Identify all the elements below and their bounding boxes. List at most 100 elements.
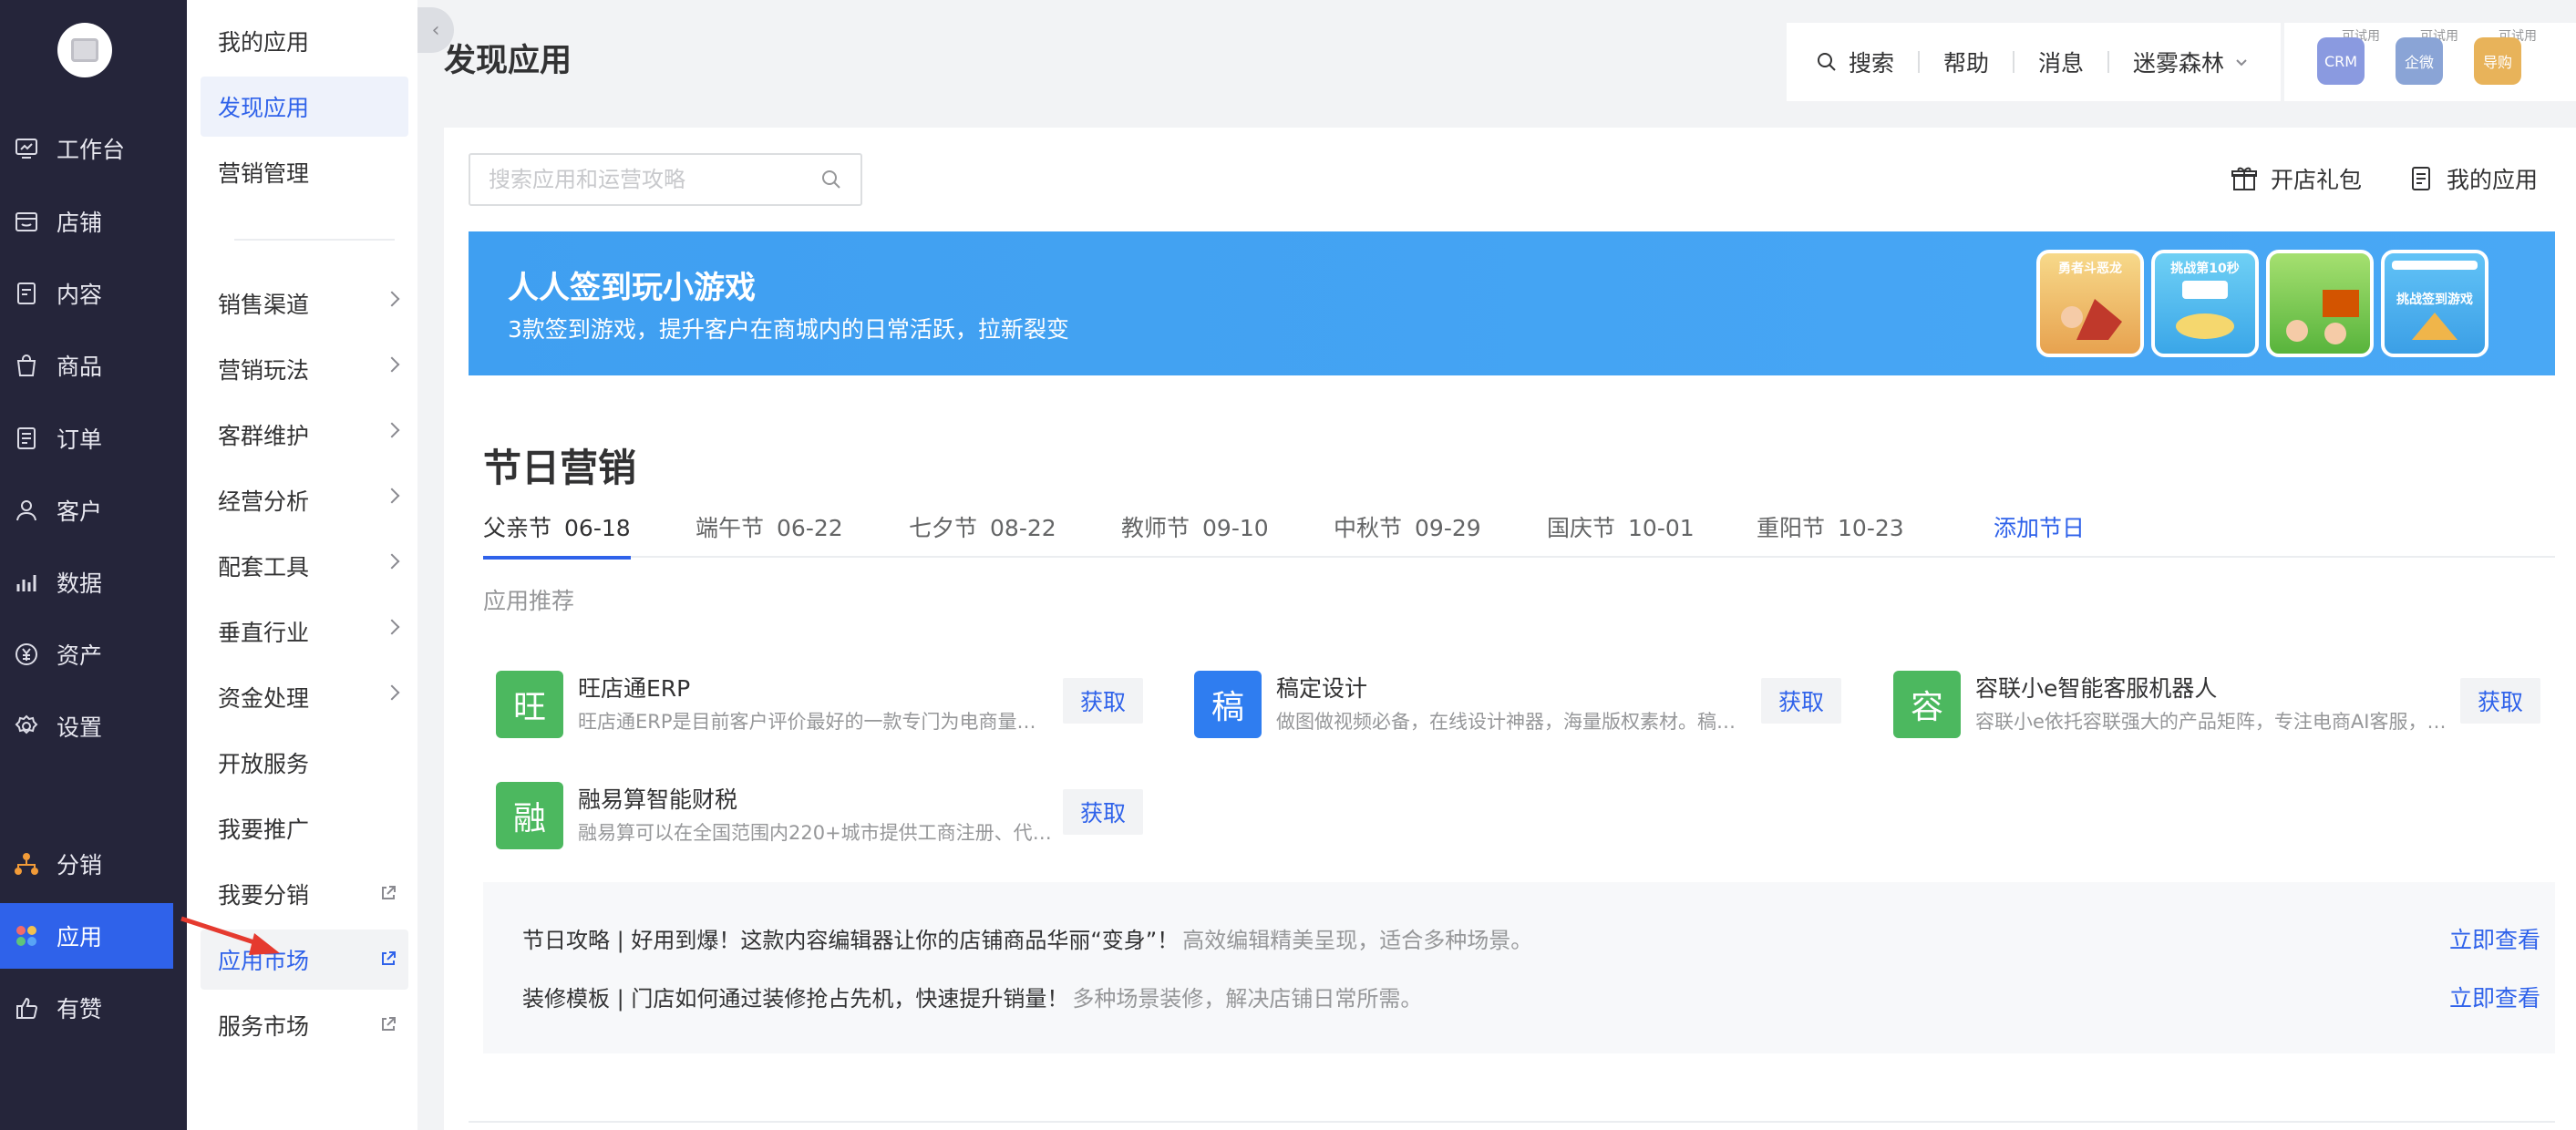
get-app-button[interactable]: 获取 — [1761, 678, 1841, 724]
discover-content: 开店礼包 我的应用 人人签到玩小游戏 3款签到游戏，提升客户在商城内的日常活跃，… — [444, 128, 2576, 1130]
chevron-left-icon: ‹ — [431, 18, 440, 42]
nav-item-data[interactable]: 数据 — [0, 550, 173, 615]
order-icon — [13, 425, 40, 452]
external-link-icon — [382, 1017, 396, 1031]
submenu-item-open-service[interactable]: 开放服务 — [201, 733, 408, 793]
nav-item-settings[interactable]: 设置 — [0, 693, 173, 759]
messages-button[interactable]: 消息 — [2038, 46, 2084, 78]
submenu-item-customer-group[interactable]: 客群维护 — [201, 405, 408, 465]
app-icon: 融 — [496, 782, 563, 849]
wecom-app-button[interactable]: 企微 — [2396, 37, 2443, 85]
top-toolbar: 搜索 帮助 消息 迷雾森林 — [1787, 23, 2281, 101]
get-app-button[interactable]: 获取 — [1063, 789, 1143, 835]
nav-item-workbench[interactable]: 工作台 — [0, 116, 173, 181]
toolbar-divider — [1918, 51, 1921, 73]
my-apps-link[interactable]: 我的应用 — [2408, 162, 2538, 195]
chevron-right-icon — [384, 356, 400, 373]
nav-item-customer[interactable]: 客户 — [0, 478, 173, 543]
app-card[interactable]: 稿 稿定设计 做图做视频必备，在线设计神器，海量版权素材。稿定设计助力商家高效营… — [1194, 667, 1843, 749]
tab-mid-autumn[interactable]: 中秋节 09-29 — [1334, 510, 1481, 558]
chevron-right-icon — [384, 291, 400, 307]
nav-item-youzan[interactable]: 有赞 — [0, 975, 173, 1041]
flip-game-illustration — [2286, 290, 2359, 344]
tab-national-day[interactable]: 国庆节 10-01 — [1547, 510, 1695, 558]
gift-icon — [2231, 167, 2257, 190]
submenu-item-promote[interactable]: 我要推广 — [201, 798, 408, 858]
game-thumbnail — [2266, 250, 2374, 357]
nav-item-label: 资产 — [57, 642, 103, 669]
submenu-item-business-analysis[interactable]: 经营分析 — [201, 470, 408, 530]
nav-item-distribution[interactable]: 分销 — [0, 831, 173, 897]
timer-illustration — [2176, 281, 2234, 339]
nav-item-store[interactable]: 店铺 — [0, 189, 173, 254]
submenu-item-marketing-manage[interactable]: 营销管理 — [201, 142, 408, 202]
submenu-item-discover-apps[interactable]: 发现应用 — [201, 77, 408, 137]
view-now-link[interactable]: 立即查看 — [2449, 922, 2540, 955]
app-name: 容联小e智能客服机器人 — [1975, 675, 2218, 702]
get-app-button[interactable]: 获取 — [2460, 678, 2540, 724]
tip-item: 装修模板 | 门店如何通过装修抢占先机，快速提升销量！ 多种场景装修，解决店铺日常… — [522, 986, 1423, 1012]
shop-logo[interactable] — [57, 23, 112, 77]
tab-double-ninth[interactable]: 重阳节 10-23 — [1757, 510, 1904, 558]
app-name: 稿定设计 — [1276, 675, 1368, 702]
tab-dragon-boat[interactable]: 端午节 06-22 — [696, 510, 843, 558]
goods-icon — [13, 352, 40, 379]
main-nav: 工作台 店铺 内容 商品 订单 客户 数据 资产 设置 分销 应用 有赞 — [0, 0, 187, 1130]
app-description: 旺店通ERP是目前客户评价最好的一款专门为电商量身打造的ERP系统 — [578, 711, 1052, 733]
data-icon — [13, 569, 40, 596]
app-description: 融易算可以在全国范围内220+城市提供工商注册、代理记账等服务 — [578, 822, 1052, 844]
search-button[interactable]: 搜索 — [1816, 46, 1894, 78]
help-button[interactable]: 帮助 — [1943, 46, 1989, 78]
annotation-arrow — [180, 916, 280, 955]
external-link-icon — [382, 951, 396, 965]
chevron-right-icon — [384, 684, 400, 701]
add-festival-button[interactable]: 添加节日 — [1994, 510, 2085, 558]
submenu-divider — [234, 239, 395, 241]
app-card[interactable]: 旺 旺店通ERP 旺店通ERP是目前客户评价最好的一款专门为电商量身打造的ERP… — [496, 667, 1145, 749]
app-icon: 旺 — [496, 671, 563, 738]
tab-teachers-day[interactable]: 教师节 09-10 — [1121, 510, 1269, 558]
store-icon — [13, 208, 40, 235]
nav-item-label: 设置 — [57, 714, 103, 741]
submenu-item-vertical-industry[interactable]: 垂直行业 — [201, 601, 408, 662]
crm-app-button[interactable]: CRM — [2317, 37, 2365, 85]
nav-item-content[interactable]: 内容 — [0, 261, 173, 326]
nav-item-apps[interactable]: 应用 — [0, 903, 173, 969]
app-search-box[interactable] — [469, 153, 862, 206]
dragon-illustration — [2061, 299, 2122, 340]
promo-banner[interactable]: 人人签到玩小游戏 3款签到游戏，提升客户在商城内的日常活跃，拉新裂变 勇者斗恶龙… — [469, 231, 2555, 375]
shop-switcher[interactable]: 迷雾森林 — [2133, 46, 2250, 78]
app-card[interactable]: 容 容联小e智能客服机器人 容联小e依托容联强大的产品矩阵，专注电商AI客服，提… — [1893, 667, 2559, 749]
strategy-tips: 节日攻略 | 好用到爆！这款内容编辑器让你的店铺商品华丽“变身”！ 高效编辑精美呈… — [483, 882, 2555, 1053]
submenu-item-marketing-play[interactable]: 营销玩法 — [201, 339, 408, 399]
guide-app-button[interactable]: 导购 — [2474, 37, 2521, 85]
festival-marketing-title: 节日营销 — [483, 446, 637, 490]
nav-item-order[interactable]: 订单 — [0, 406, 173, 471]
tab-qixi[interactable]: 七夕节 08-22 — [909, 510, 1056, 558]
chevron-right-icon — [384, 488, 400, 504]
assets-icon — [13, 641, 40, 668]
tab-fathers-day[interactable]: 父亲节 06-18 — [483, 510, 631, 560]
app-icon: 稿 — [1194, 671, 1262, 738]
nav-item-assets[interactable]: 资产 — [0, 622, 173, 687]
app-card[interactable]: 融 融易算智能财税 融易算可以在全国范围内220+城市提供工商注册、代理记账等服… — [496, 778, 1145, 860]
app-description: 容联小e依托容联强大的产品矩阵，专注电商AI客服，提升服务效率 — [1975, 711, 2458, 733]
submenu-item-service-market[interactable]: 服务市场 — [201, 995, 408, 1055]
get-app-button[interactable]: 获取 — [1063, 678, 1143, 724]
view-now-link[interactable]: 立即查看 — [2449, 981, 2540, 1013]
nav-item-goods[interactable]: 商品 — [0, 333, 173, 398]
search-icon — [1818, 53, 1836, 71]
submenu-item-sales-channel[interactable]: 销售渠道 — [201, 273, 408, 334]
chevron-down-icon — [2236, 59, 2247, 67]
search-input[interactable] — [489, 167, 820, 192]
nav-item-label: 店铺 — [57, 210, 103, 236]
submenu-item-funds[interactable]: 资金处理 — [201, 667, 408, 727]
workbench-icon — [13, 135, 40, 162]
nav-item-label: 内容 — [57, 282, 103, 308]
submenu-item-tools[interactable]: 配套工具 — [201, 536, 408, 596]
nav-item-label: 工作台 — [57, 137, 126, 163]
gift-pack-link[interactable]: 开店礼包 — [2231, 162, 2362, 195]
chevron-right-icon — [384, 422, 400, 438]
submenu-item-my-apps[interactable]: 我的应用 — [201, 11, 408, 71]
page-title: 发现应用 — [444, 43, 572, 79]
